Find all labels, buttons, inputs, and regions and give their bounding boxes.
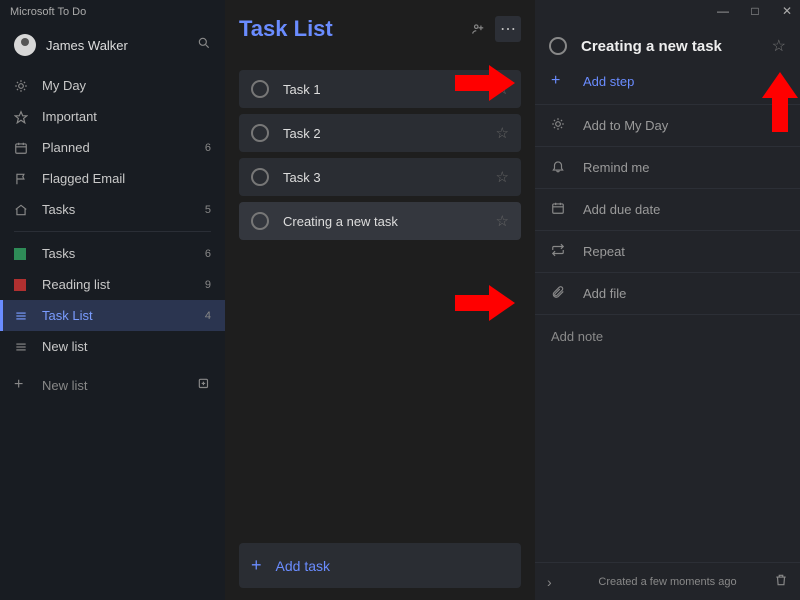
detail-row-label: Add due date	[583, 202, 660, 217]
detail-row-repeat[interactable]: Repeat	[535, 230, 800, 272]
task-label: Task 3	[283, 170, 496, 185]
detail-footer: › Created a few moments ago	[535, 562, 800, 600]
star-icon[interactable]: ☆	[772, 36, 786, 56]
profile-row[interactable]: James Walker	[0, 24, 225, 70]
add-task-label: Add task	[276, 558, 330, 574]
nav-divider	[14, 231, 211, 232]
nav-label: Planned	[42, 140, 205, 155]
add-note-field[interactable]: Add note	[535, 314, 800, 358]
flag-icon	[14, 172, 30, 186]
nav-label: Tasks	[42, 246, 205, 261]
detail-row-add-file[interactable]: Add file	[535, 272, 800, 314]
list-icon	[14, 309, 30, 323]
complete-toggle[interactable]	[251, 124, 269, 142]
plus-icon: +	[251, 555, 262, 576]
complete-toggle[interactable]	[251, 168, 269, 186]
new-list-label: New list	[42, 378, 88, 393]
detail-row-label: Add file	[583, 286, 626, 301]
avatar	[14, 34, 36, 56]
nav-label: Reading list	[42, 277, 205, 292]
sq-green-icon	[14, 248, 30, 260]
list-item-new-list[interactable]: New list	[0, 331, 225, 362]
nav-item-planned[interactable]: Planned6	[0, 132, 225, 163]
task-row[interactable]: Task 3☆	[239, 158, 521, 196]
nav-item-important[interactable]: Important	[0, 101, 225, 132]
home-icon	[14, 203, 30, 217]
add-task-button[interactable]: + Add task	[239, 543, 521, 588]
calendar-icon	[14, 141, 30, 155]
nav-item-my-day[interactable]: My Day	[0, 70, 225, 101]
task-label: Task 2	[283, 126, 496, 141]
attach-icon	[551, 285, 569, 302]
plus-icon: +	[551, 72, 569, 90]
nav-count: 6	[205, 142, 211, 154]
list-item-reading-list[interactable]: Reading list9	[0, 269, 225, 300]
task-row[interactable]: Creating a new task☆	[239, 202, 521, 240]
detail-title[interactable]: Creating a new task	[581, 38, 772, 55]
detail-panel: — □ ✕ Creating a new task ☆ + Add step A…	[535, 0, 800, 600]
main-panel: Task List ⋯ Task 1☆Task 2☆Task 3☆Creatin…	[225, 0, 535, 600]
maximize-button[interactable]: □	[748, 4, 762, 18]
star-icon[interactable]: ☆	[496, 212, 509, 230]
new-group-icon[interactable]	[197, 377, 211, 394]
detail-row-add-due-date[interactable]: Add due date	[535, 188, 800, 230]
nav-count: 4	[205, 310, 211, 322]
close-button[interactable]: ✕	[780, 4, 794, 18]
new-list-button[interactable]: + New list	[0, 368, 225, 402]
add-step-label: Add step	[583, 74, 634, 89]
nav-label: My Day	[42, 78, 211, 93]
detail-row-label: Add to My Day	[583, 118, 668, 133]
detail-row-label: Remind me	[583, 160, 649, 175]
detail-row-add-to-my-day[interactable]: Add to My Day	[535, 104, 800, 146]
detail-row-remind-me[interactable]: Remind me	[535, 146, 800, 188]
task-row[interactable]: Task 2☆	[239, 114, 521, 152]
nav-label: Important	[42, 109, 211, 124]
task-label: Task 1	[283, 82, 496, 97]
nav-count: 9	[205, 279, 211, 291]
list-title[interactable]: Task List	[239, 16, 461, 42]
list-icon	[14, 340, 30, 354]
sq-red-icon	[14, 279, 30, 291]
app-title: Microsoft To Do	[0, 0, 225, 24]
nav-label: Tasks	[42, 202, 205, 217]
list-item-task-list[interactable]: Task List4	[0, 300, 225, 331]
profile-name: James Walker	[46, 38, 197, 53]
sun-icon	[14, 79, 30, 93]
complete-toggle[interactable]	[251, 212, 269, 230]
window-controls: — □ ✕	[535, 0, 800, 22]
nav-item-tasks[interactable]: Tasks5	[0, 194, 225, 225]
calendar-icon	[551, 201, 569, 218]
star-icon[interactable]: ☆	[496, 124, 509, 142]
share-button[interactable]	[465, 16, 491, 42]
star-icon[interactable]: ☆	[496, 168, 509, 186]
plus-icon: +	[14, 376, 30, 394]
star-icon[interactable]: ☆	[496, 80, 509, 98]
nav-count: 6	[205, 248, 211, 260]
more-button[interactable]: ⋯	[495, 16, 521, 42]
sidebar: Microsoft To Do James Walker My Day Impor…	[0, 0, 225, 600]
created-label: Created a few moments ago	[535, 576, 800, 588]
task-label: Creating a new task	[283, 214, 496, 229]
add-step-button[interactable]: + Add step	[535, 64, 800, 104]
minimize-button[interactable]: —	[716, 4, 730, 18]
complete-toggle[interactable]	[251, 80, 269, 98]
complete-toggle[interactable]	[549, 37, 567, 55]
star-icon	[14, 110, 30, 124]
search-icon[interactable]	[197, 36, 211, 55]
repeat-icon	[551, 243, 569, 260]
nav-count: 5	[205, 204, 211, 216]
bell-icon	[551, 159, 569, 176]
nav-label: Task List	[42, 308, 205, 323]
detail-row-label: Repeat	[583, 244, 625, 259]
nav-item-flagged-email[interactable]: Flagged Email	[0, 163, 225, 194]
list-item-tasks[interactable]: Tasks6	[0, 238, 225, 269]
nav-label: New list	[42, 339, 211, 354]
detail-header: Creating a new task ☆	[535, 22, 800, 64]
list-header: Task List ⋯	[239, 16, 521, 42]
sun-icon	[551, 117, 569, 134]
nav-label: Flagged Email	[42, 171, 211, 186]
task-row[interactable]: Task 1☆	[239, 70, 521, 108]
